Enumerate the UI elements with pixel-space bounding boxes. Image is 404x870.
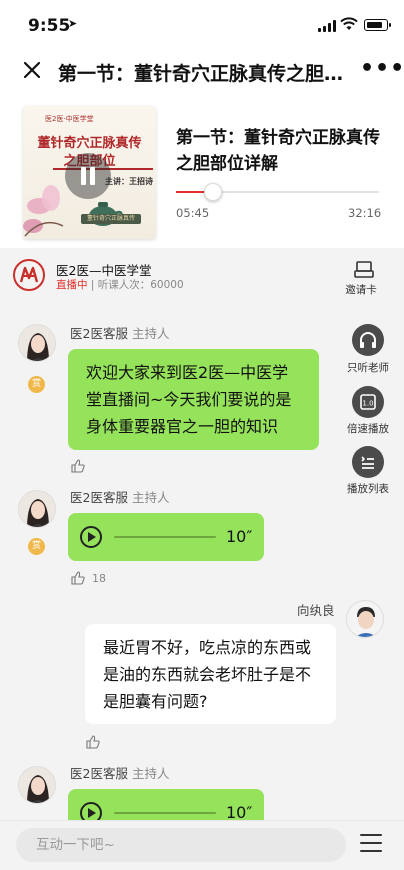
like-count: 18: [92, 572, 106, 585]
avatar-portrait: [19, 325, 55, 361]
voice-message[interactable]: 10″: [68, 789, 264, 820]
voice-waveform-bar: [114, 812, 216, 814]
invite-card-label[interactable]: 邀请卡: [336, 282, 386, 297]
more-options-icon[interactable]: •••: [360, 58, 404, 82]
host-avatar[interactable]: [18, 324, 56, 362]
user-avatar[interactable]: [346, 600, 384, 638]
total-time: 32:16: [348, 206, 382, 220]
invite-card-icon[interactable]: [346, 260, 382, 280]
close-icon[interactable]: [20, 58, 44, 82]
nav-bar: 第一节：董针奇穴正脉真传之胆部位详解 •••: [0, 44, 404, 98]
reward-badge[interactable]: 赏: [28, 538, 45, 555]
host-logo-icon[interactable]: [12, 258, 46, 292]
playlist-icon: [361, 456, 374, 469]
user-name: 向纨良: [297, 603, 335, 618]
message-bubble[interactable]: 最近胃不好，吃点凉的东西或是油的东西就会老坏肚子是不是胆囊有问题?: [85, 624, 336, 724]
playlist-label[interactable]: 播放列表: [340, 481, 396, 496]
signal-icon: [318, 20, 338, 32]
host-avatar[interactable]: [18, 766, 56, 804]
voice-message[interactable]: 10″: [68, 513, 264, 561]
sender-label: 医2医客服: [70, 490, 128, 505]
cover-logo-text: 医2医·中医学堂: [45, 115, 94, 123]
progress-knob[interactable]: [203, 183, 222, 201]
play-icon[interactable]: [80, 526, 102, 548]
avatar-portrait: [19, 767, 55, 803]
speed-badge: 1.0: [362, 400, 373, 408]
lesson-title: 第一节：董针奇穴正脉真传之胆部位详解: [176, 128, 380, 174]
speed-button[interactable]: 1.0: [352, 386, 384, 418]
battery-icon: [364, 19, 391, 31]
course-cover[interactable]: 医2医·中医学堂 董针奇穴正脉真传 之胆部位 主讲：王招诗 董针奇穴正脉真传: [23, 106, 156, 239]
voice-duration: 10″: [226, 527, 253, 546]
voice-waveform-bar: [114, 536, 216, 538]
avatar-portrait: [347, 601, 383, 637]
progress-slider[interactable]: [176, 183, 379, 201]
host-row: 医2医—中医学堂 直播中 | 听课人次：60000 邀请卡: [0, 248, 404, 308]
bottom-bar: 互动一下吧~: [0, 820, 404, 870]
like-icon[interactable]: [71, 571, 85, 585]
headphones-icon: [360, 332, 376, 348]
reward-badge[interactable]: 赏: [28, 376, 45, 393]
like-icon[interactable]: [71, 459, 85, 473]
status-time: 9:55: [28, 16, 71, 36]
speed-icon: 1.0: [360, 394, 376, 410]
sender-name: 医2医客服 主持人: [70, 763, 169, 782]
speed-label[interactable]: 倍速播放: [340, 421, 396, 436]
sender-label: 医2医客服: [70, 326, 128, 341]
only-teacher-label[interactable]: 只听老师: [340, 360, 396, 375]
cover-speaker: 主讲：王招诗: [105, 177, 153, 186]
current-time: 05:45: [176, 206, 210, 220]
sender-label: 医2医客服: [70, 766, 128, 781]
headphones-button[interactable]: [352, 324, 384, 356]
location-arrow-icon: ➤: [68, 17, 78, 30]
comment-input[interactable]: 互动一下吧~: [16, 828, 346, 862]
chat-area[interactable]: 医2医—中医学堂 直播中 | 听课人次：60000 邀请卡 只听老师 1.0 倍…: [0, 248, 404, 820]
audio-player: 医2医·中医学堂 董针奇穴正脉真传 之胆部位 主讲：王招诗 董针奇穴正脉真传 第…: [0, 98, 404, 248]
wifi-icon: [340, 17, 358, 30]
message-bubble[interactable]: 欢迎大家来到医2医—中医学堂直播间~今天我们要说的是身体重要器官之一胆的知识: [68, 349, 319, 450]
host-avatar[interactable]: [18, 490, 56, 528]
sender-name: 医2医客服 主持人: [70, 487, 169, 506]
sender-name: 医2医客服 主持人: [70, 323, 169, 342]
playlist-button[interactable]: [352, 446, 384, 478]
menu-icon[interactable]: [360, 833, 382, 853]
status-bar: 9:55 ➤: [0, 0, 404, 44]
listener-count: | 听课人次：60000: [90, 279, 184, 291]
sender-role: 主持人: [131, 326, 170, 341]
cover-footer: 董针奇穴正脉真传: [81, 214, 141, 224]
cover-title-line1: 董针奇穴正脉真传: [37, 136, 142, 151]
host-stats: 直播中 | 听课人次：60000: [56, 277, 184, 292]
live-badge: 直播中: [56, 279, 88, 291]
avatar-portrait: [19, 491, 55, 527]
like-icon[interactable]: [86, 735, 100, 749]
voice-duration: 10″: [226, 803, 253, 820]
sender-role: 主持人: [131, 490, 170, 505]
play-icon[interactable]: [80, 802, 102, 820]
pause-icon[interactable]: [65, 153, 111, 199]
page-title: 第一节：董针奇穴正脉真传之胆部位详解: [58, 63, 348, 85]
sender-role: 主持人: [131, 766, 170, 781]
